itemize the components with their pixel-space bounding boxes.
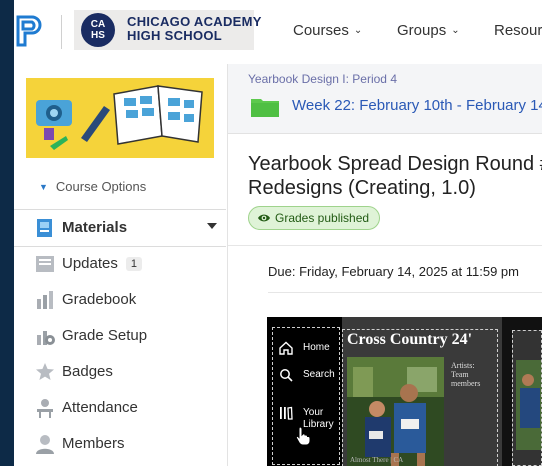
home-icon	[279, 341, 293, 355]
assignment-title: Yearbook Spread Design Round # Redesigns…	[248, 153, 542, 199]
breadcrumb-folder-link[interactable]: Week 22: February 10th - February 14	[292, 97, 542, 114]
updates-icon	[36, 256, 54, 272]
sidebar-item-label: Attendance	[62, 399, 138, 416]
sidebar-item-members[interactable]: Members	[14, 426, 226, 462]
sidebar-item-label: Materials	[62, 219, 128, 236]
course-sidebar: ▼ Course Options Materials Updates 1 Gra…	[14, 64, 228, 466]
breadcrumb-course-link[interactable]: Yearbook Design I: Period 4	[248, 72, 397, 86]
app-window: CA HS CHICAGO ACADEMY HIGH SCHOOL Course…	[14, 0, 542, 466]
gradebook-icon	[37, 291, 53, 309]
library-icon	[280, 406, 293, 420]
course-banner-illustration	[26, 78, 214, 158]
members-icon	[36, 435, 54, 454]
runner-photo	[347, 357, 444, 466]
sidebar-item-label: Badges	[62, 363, 113, 380]
search-icon	[280, 369, 293, 382]
preview-nav-label: Search	[303, 369, 335, 380]
sidebar-item-label: Updates 1	[62, 255, 142, 272]
breadcrumb-bar: Yearbook Design I: Period 4 Week 22: Feb…	[228, 64, 542, 134]
sidebar-item-label: Gradebook	[62, 291, 137, 308]
schoology-logo[interactable]	[14, 13, 50, 49]
divider	[268, 292, 542, 293]
sidebar-item-label: Grade Setup	[62, 327, 148, 344]
school-seal-icon: CA HS	[81, 13, 115, 47]
star-icon	[36, 363, 54, 380]
preview-photo-caption: Almost There | CA	[350, 456, 404, 464]
attendance-icon	[37, 399, 53, 418]
course-options-label: Course Options	[55, 179, 147, 194]
course-banner-image[interactable]	[26, 78, 214, 158]
grade-setup-icon	[37, 331, 55, 345]
updates-count-badge: 1	[125, 257, 142, 271]
sidebar-item-attendance[interactable]: Attendance	[14, 390, 226, 426]
due-date: Due: Friday, February 14, 2025 at 11:59 …	[268, 264, 519, 279]
nav-resources-label: Resour	[494, 22, 542, 39]
top-navigation-bar: CA HS CHICAGO ACADEMY HIGH SCHOOL Course…	[14, 0, 542, 65]
school-logo[interactable]: CA HS CHICAGO ACADEMY HIGH SCHOOL	[74, 10, 261, 50]
sidebar-item-badges[interactable]: Badges	[14, 354, 226, 390]
course-options-toggle[interactable]: ▼ Course Options	[39, 179, 146, 194]
sidebar-item-gradebook[interactable]: Gradebook	[14, 282, 226, 318]
preview-artists-credit: Artists: Team members	[451, 361, 481, 388]
sidebar-item-updates[interactable]: Updates 1	[14, 246, 226, 282]
preview-nav-label: Home	[303, 342, 330, 353]
sidebar-item-materials[interactable]: Materials	[14, 209, 226, 247]
sidebar-item-label: Members	[62, 435, 125, 452]
nav-courses-label: Courses	[293, 22, 349, 39]
sidebar-item-grade-setup[interactable]: Grade Setup	[14, 318, 226, 354]
caret-down-icon: ▼	[39, 182, 48, 192]
updates-label: Updates	[62, 255, 118, 272]
chevron-down-icon: ⌄	[353, 25, 363, 36]
preview-spread-title: Cross Country 24'	[347, 331, 473, 348]
nav-groups-label: Groups	[397, 22, 447, 39]
chevron-down-icon: ⌄	[451, 25, 460, 36]
assignment-main: Yearbook Design I: Period 4 Week 22: Feb…	[228, 64, 542, 466]
nav-groups[interactable]: Groups ⌄	[397, 22, 460, 39]
grades-published-badge: Grades published	[248, 206, 381, 230]
grades-published-label: Grades published	[275, 211, 370, 225]
hand-cursor-icon	[295, 426, 311, 446]
caret-down-icon[interactable]	[207, 223, 217, 229]
folder-icon	[251, 99, 279, 117]
preview-nav-column: Home Search Your Library	[267, 317, 342, 466]
logo-divider	[61, 15, 62, 49]
nav-resources[interactable]: Resour	[494, 22, 542, 39]
preview-next-page	[512, 330, 542, 466]
divider	[228, 245, 542, 246]
preview-guide-box	[512, 330, 542, 466]
nav-courses[interactable]: Courses ⌄	[293, 22, 362, 39]
materials-icon	[37, 219, 52, 237]
school-name: CHICAGO ACADEMY HIGH SCHOOL	[127, 14, 262, 43]
eye-icon	[258, 214, 270, 222]
attachment-preview-image[interactable]: Home Search Your Library Cross Country 2…	[267, 317, 542, 466]
preview-spread-page: Cross Country 24' Artists: Team members	[342, 317, 502, 466]
